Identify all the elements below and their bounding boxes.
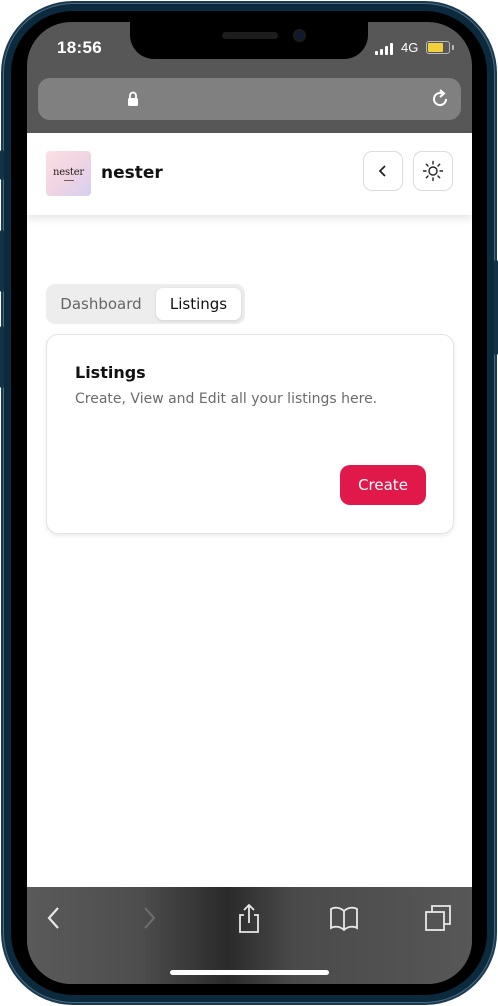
status-bar: 18:56 4G — [27, 22, 472, 70]
signal-icon — [375, 43, 397, 55]
back-button[interactable] — [363, 151, 403, 191]
phone-screen: 18:56 4G nester nester Dashboard Listing… — [27, 22, 472, 984]
listings-card: Listings Create, View and Edit all your … — [46, 334, 454, 534]
front-camera — [293, 29, 306, 42]
theme-toggle-button[interactable] — [413, 151, 453, 191]
forward-arrow-icon[interactable] — [134, 903, 164, 933]
volume-down-button — [0, 326, 4, 388]
card-title: Listings — [75, 363, 146, 382]
earpiece-speaker — [222, 32, 278, 39]
network-type: 4G — [401, 40, 419, 55]
logo-underline — [63, 179, 74, 181]
tab-listings[interactable]: Listings — [156, 288, 241, 320]
notch — [130, 22, 368, 59]
brand-name: nester — [101, 163, 163, 183]
tab-list: Dashboard Listings — [46, 284, 245, 324]
sun-icon — [422, 160, 444, 182]
create-button[interactable]: Create — [340, 465, 426, 505]
card-description: Create, View and Edit all your listings … — [75, 391, 378, 407]
battery-tip — [452, 45, 454, 50]
tabs-icon[interactable] — [423, 903, 453, 933]
status-time: 18:56 — [57, 38, 102, 57]
brand-logo[interactable]: nester — [46, 151, 91, 196]
logo-text: nester — [52, 166, 84, 178]
bookmarks-icon[interactable] — [329, 903, 359, 933]
address-bar[interactable] — [38, 78, 461, 120]
tab-dashboard[interactable]: Dashboard — [50, 288, 152, 320]
home-indicator[interactable] — [170, 970, 329, 975]
volume-up-button — [0, 230, 4, 292]
mute-switch — [0, 150, 4, 180]
web-content: nester nester Dashboard Listings Listing… — [27, 133, 472, 887]
share-icon[interactable] — [234, 903, 264, 933]
app-header: nester nester — [27, 133, 472, 215]
lock-icon — [128, 91, 138, 106]
power-button — [494, 260, 498, 355]
battery-icon — [426, 41, 450, 54]
back-arrow-icon[interactable] — [39, 903, 69, 933]
chevron-left-icon — [378, 165, 386, 177]
browser-toolbar — [27, 887, 472, 984]
reload-icon[interactable] — [430, 89, 450, 109]
